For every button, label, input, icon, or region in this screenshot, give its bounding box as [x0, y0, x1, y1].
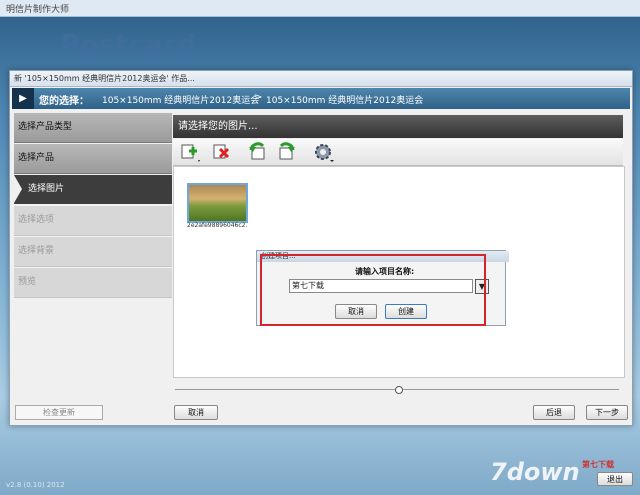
rotate-left-icon[interactable]	[247, 141, 269, 163]
thumbnail-caption: 2e2afe98896046c2...	[187, 222, 247, 229]
sidebar-item-product-type[interactable]: 选择产品类型	[14, 113, 172, 143]
sidebar-item-image[interactable]: 选择图片	[14, 175, 172, 204]
check-update-button[interactable]: 检查更新	[15, 405, 103, 420]
app-titlebar: 明信片制作大师	[0, 0, 640, 17]
breadcrumb-step-2[interactable]: 105×150mm 经典明信片2012奥运会	[266, 93, 423, 106]
breadcrumb: ▶ 您的选择： 105×150mm 经典明信片2012奥运会 > 105×150…	[12, 88, 630, 109]
breadcrumb-separator: >	[254, 92, 263, 103]
slider-handle[interactable]	[395, 386, 403, 394]
play-arrow-icon[interactable]: ▶	[12, 88, 34, 109]
exit-button[interactable]: 退出	[597, 472, 633, 486]
image-thumbnail[interactable]	[187, 183, 248, 223]
watermark-logo: 7down	[490, 458, 580, 486]
sidebar-item-options: 选择选项	[14, 206, 172, 236]
sidebar-item-background: 选择背景	[14, 237, 172, 267]
delete-image-icon[interactable]	[211, 141, 233, 163]
settings-gear-icon[interactable]	[313, 141, 335, 163]
sidebar-item-product[interactable]: 选择产品	[14, 144, 172, 174]
next-button[interactable]: 下一步	[586, 405, 628, 420]
app-title: 明信片制作大师	[6, 5, 70, 15]
highlight-box	[260, 254, 486, 326]
breadcrumb-step-1[interactable]: 105×150mm 经典明信片2012奥运会	[102, 93, 259, 106]
zoom-slider[interactable]	[175, 386, 619, 394]
dialog-title: 新 '105×150mm 经典明信片2012奥运会' 作品...	[14, 74, 195, 83]
main-heading: 请选择您的图片...	[173, 115, 623, 138]
rotate-right-icon[interactable]	[275, 141, 297, 163]
add-image-icon[interactable]	[179, 141, 201, 163]
image-toolbar	[173, 139, 623, 166]
dialog-titlebar: 新 '105×150mm 经典明信片2012奥运会' 作品...	[10, 71, 632, 87]
version-label: v2.8 (0.10) 2012	[6, 481, 65, 489]
back-button[interactable]: 后退	[533, 405, 575, 420]
watermark-cn: 第七下载	[582, 460, 614, 469]
breadcrumb-label: 您的选择：	[39, 96, 89, 107]
cancel-button[interactable]: 取消	[174, 405, 218, 420]
sidebar-item-preview: 预览	[14, 268, 172, 298]
wizard-dialog: 新 '105×150mm 经典明信片2012奥运会' 作品... ▶ 您的选择：…	[9, 70, 633, 426]
brand-logo: Postcard	[60, 30, 198, 60]
